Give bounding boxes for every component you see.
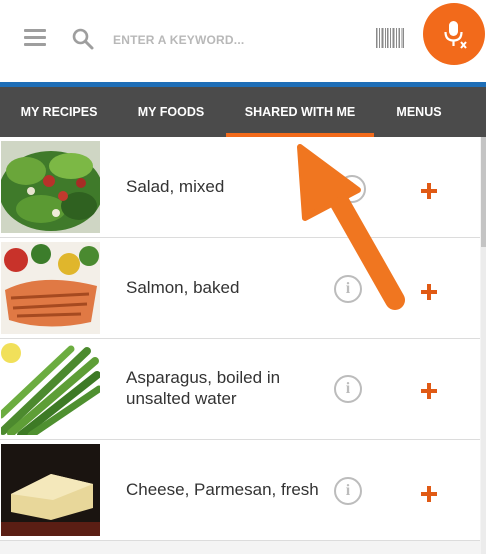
tab-my-foods[interactable]: MY FOODS — [124, 87, 218, 137]
scrollbar-thumb[interactable] — [481, 137, 486, 247]
list-scrollbar[interactable] — [481, 137, 486, 554]
info-icon[interactable]: i — [334, 375, 362, 403]
food-name: Asparagus, boiled in unsalted water — [126, 368, 281, 408]
add-icon[interactable] — [418, 380, 440, 402]
add-icon[interactable] — [418, 180, 440, 202]
list-item[interactable]: Salad, mixed i — [0, 137, 480, 238]
search-input[interactable] — [113, 30, 353, 50]
info-icon[interactable]: i — [334, 275, 362, 303]
add-icon[interactable] — [418, 483, 440, 505]
search-icon[interactable] — [71, 27, 95, 51]
voice-search-button[interactable] — [423, 3, 485, 65]
add-icon[interactable] — [418, 281, 440, 303]
list-item[interactable]: Asparagus, boiled in unsalted water i — [0, 339, 480, 440]
parmesan-photo — [1, 444, 100, 536]
asparagus-photo — [1, 343, 100, 435]
tab-menus[interactable]: MENUS — [382, 87, 456, 137]
microphone-off-icon — [444, 21, 467, 49]
info-icon[interactable]: i — [334, 477, 362, 505]
food-name: Salmon, baked — [126, 278, 240, 297]
list-item[interactable]: Cheese, Parmesan, fresh i — [0, 440, 480, 541]
tab-shared-with-me[interactable]: SHARED WITH ME — [226, 87, 374, 137]
list-item[interactable]: Salmon, baked i — [0, 238, 480, 339]
top-bar — [0, 0, 486, 82]
hamburger-menu-icon[interactable] — [24, 29, 46, 47]
tab-bar: MY RECIPES MY FOODS SHARED WITH ME MENUS — [0, 87, 486, 137]
info-icon[interactable]: i — [338, 175, 366, 203]
food-name: Salad, mixed — [126, 177, 225, 196]
tab-my-recipes[interactable]: MY RECIPES — [8, 87, 110, 137]
barcode-icon[interactable] — [376, 28, 404, 48]
salmon-photo — [1, 242, 100, 334]
food-list: Salad, mixed i Salmon, baked i Asparagus… — [0, 137, 486, 554]
food-name: Cheese, Parmesan, fresh — [126, 480, 319, 499]
salad-photo — [1, 141, 100, 233]
